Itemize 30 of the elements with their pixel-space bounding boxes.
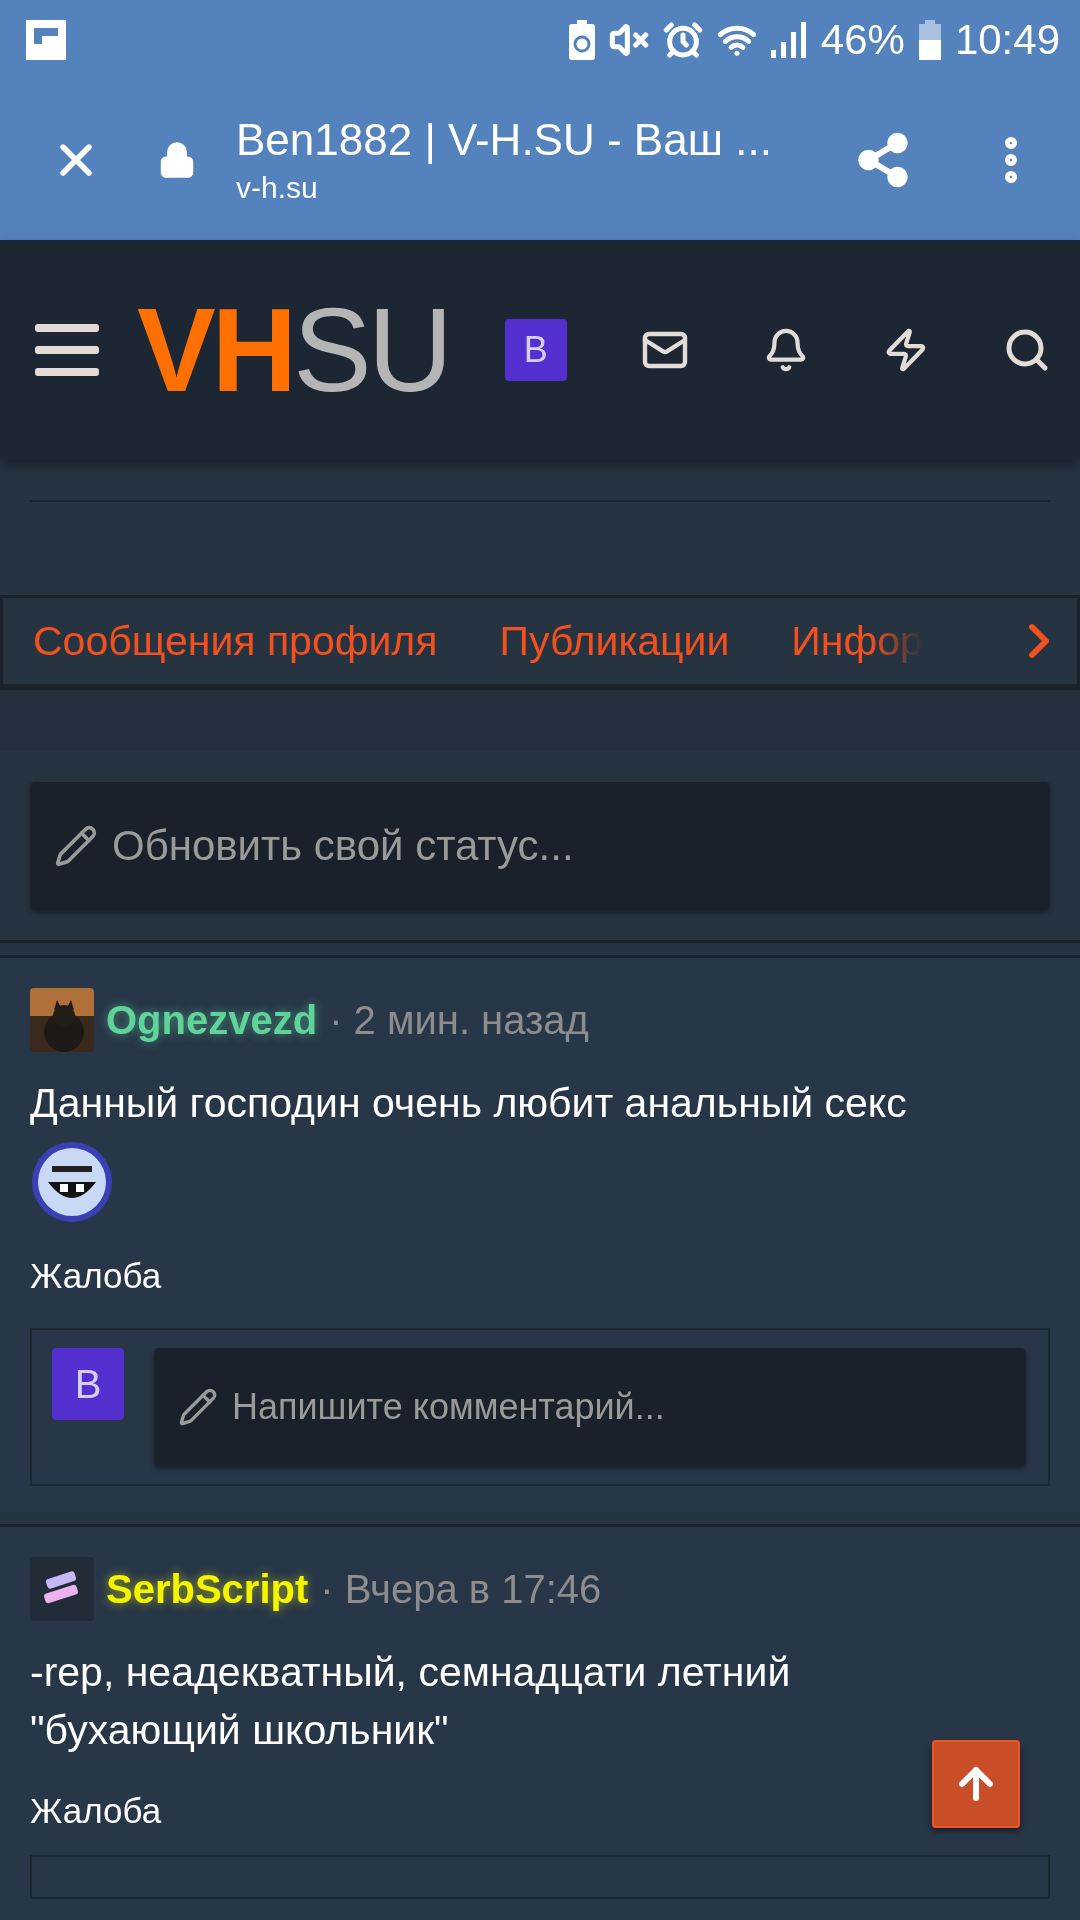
alarm-icon [662, 20, 703, 60]
post-text: Данный господин очень любит анальный секс [30, 1079, 908, 1128]
pencil-icon [178, 1387, 218, 1427]
page-title: Ben1882 | V-H.SU - Ваш ... [236, 115, 773, 165]
lock-icon [158, 141, 196, 179]
battery-saver-icon [568, 20, 595, 60]
battery-icon [918, 20, 941, 60]
scroll-top-button[interactable] [932, 1740, 1020, 1828]
user-avatar[interactable]: B [504, 319, 567, 381]
app-notification-icon [26, 20, 66, 60]
page-url: v-h.su [236, 171, 319, 205]
pencil-icon [54, 824, 98, 868]
report-link[interactable]: Жалоба [30, 1256, 162, 1296]
post-time: · Вчера в 17:46 [320, 1566, 602, 1612]
post-time: · 2 мин. назад [329, 997, 589, 1043]
user-avatar: B [52, 1348, 124, 1420]
profile-tab[interactable]: Сообщения профиля [33, 617, 438, 665]
post-author[interactable]: Ognezvezd [106, 997, 318, 1043]
menu-icon[interactable] [35, 324, 99, 376]
signal-icon [770, 22, 807, 58]
post-text: -rep, неадекватный, семнадцати летний "бухающий школьник" [30, 1648, 792, 1755]
site-logo[interactable]: VHSU [137, 291, 449, 409]
battery-percent: 46% [820, 16, 905, 64]
status-field[interactable]: Обновить свой статус... [30, 782, 1050, 910]
comment-field[interactable]: Напишите комментарий... [154, 1348, 1026, 1466]
profile-tab[interactable]: Публикации [499, 617, 730, 665]
clock: 10:49 [954, 16, 1060, 64]
profile-tab[interactable]: Инфор [791, 617, 923, 665]
post-author[interactable]: SerbScript [106, 1566, 309, 1612]
report-link[interactable]: Жалоба [30, 1791, 162, 1831]
